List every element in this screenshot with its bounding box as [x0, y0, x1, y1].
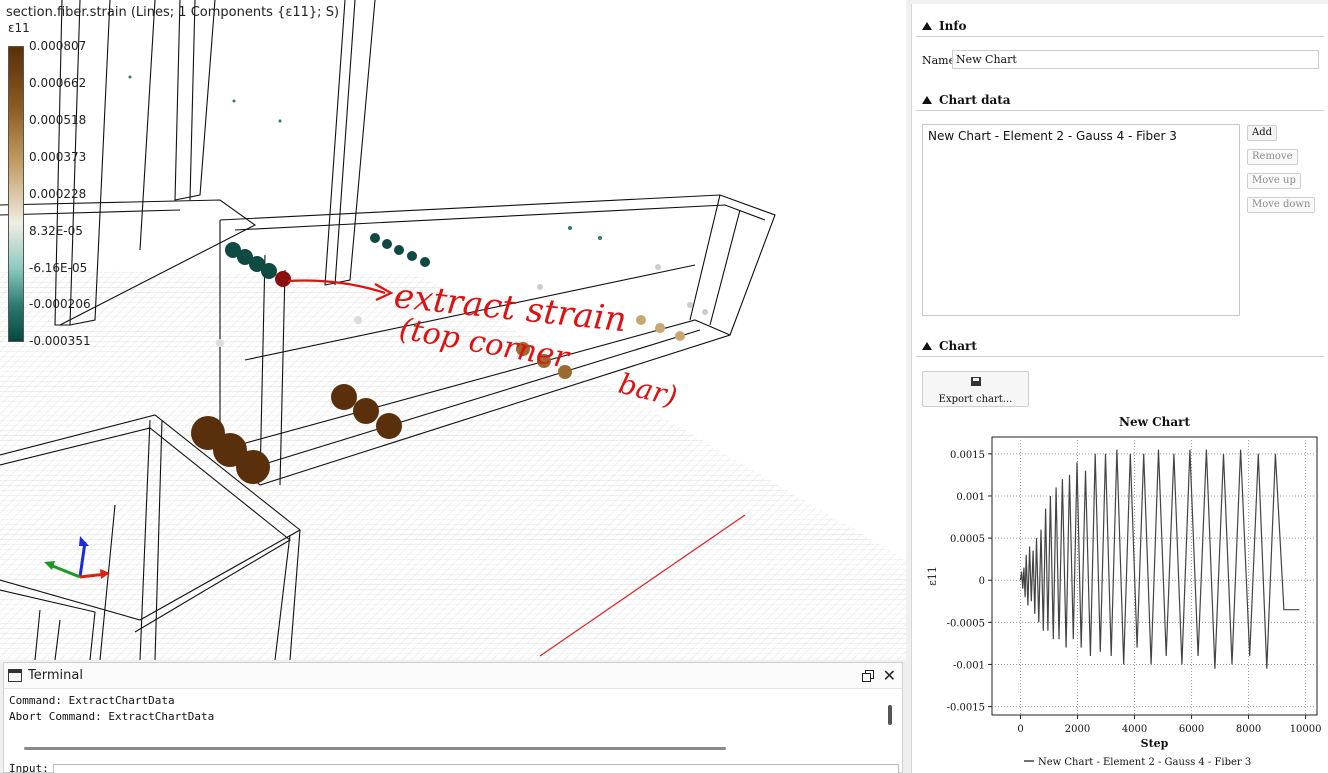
y-tick-label: -0.0015 — [947, 703, 985, 714]
legend-entry: New Chart - Element 2 - Gauss 4 - Fiber … — [1038, 757, 1251, 768]
legend-tick: 0.000373 — [29, 150, 87, 164]
legend-tick: 0.000228 — [29, 187, 87, 201]
legend-component-label: ε11 — [8, 21, 30, 35]
x-tick-label: 4000 — [1122, 724, 1147, 735]
chart-data-section-header[interactable]: Chart data — [916, 89, 1324, 111]
x-tick-label: 8000 — [1236, 724, 1261, 735]
y-tick-label: -0.0005 — [947, 618, 985, 629]
legend-tick: 0.000807 — [29, 39, 87, 53]
collapse-triangle-icon — [922, 21, 932, 30]
x-axis-label: Step — [1141, 737, 1169, 750]
restore-icon[interactable] — [861, 670, 874, 682]
y-axis-label: ε11 — [926, 566, 939, 586]
y-tick-label: 0.001 — [956, 492, 985, 503]
chart-title: New Chart — [1119, 415, 1190, 429]
x-tick-label: 6000 — [1179, 724, 1204, 735]
move-down-button[interactable]: Move down — [1247, 197, 1316, 213]
terminal-input[interactable] — [53, 764, 899, 773]
terminal-output: Command: ExtractChartData Abort Command:… — [9, 693, 879, 743]
legend-tick: -6.16E-05 — [29, 261, 88, 275]
terminal-title: Terminal — [28, 668, 83, 683]
xyz-axes-icon — [44, 536, 110, 579]
terminal-icon — [8, 669, 22, 682]
line-chart: New Chart 0.0015 0.001 0.0005 0 -0.0005 -0.001… — [926, 415, 1322, 768]
y-tick-label: 0.0005 — [950, 534, 985, 545]
chart-data-header-label: Chart data — [939, 92, 1011, 107]
export-chart-label: Export chart... — [938, 394, 1013, 405]
chart-panel: Info Name New Chart Chart data New Chart… — [911, 4, 1328, 773]
x-tick-label: 0 — [1017, 724, 1023, 735]
close-icon[interactable]: ✕ — [883, 668, 896, 684]
export-chart-button[interactable]: Export chart... — [922, 371, 1029, 407]
remove-button[interactable]: Remove — [1247, 149, 1298, 165]
terminal-header: Terminal ✕ — [4, 663, 902, 689]
chart-header-label: Chart — [939, 338, 977, 353]
legend-tick: -0.000206 — [29, 297, 91, 311]
collapse-triangle-icon — [922, 95, 932, 104]
save-disk-icon — [970, 377, 981, 386]
legend-tick: 0.000662 — [29, 76, 87, 90]
chart-section-header[interactable]: Chart — [916, 335, 1324, 357]
legend-tick: 8.32E-05 — [29, 224, 83, 238]
3d-viewport[interactable]: extract strain (top corner bar) section.… — [0, 0, 906, 660]
terminal-line: Abort Command: ExtractChartData — [9, 710, 215, 723]
list-item[interactable]: New Chart - Element 2 - Gauss 4 - Fiber … — [923, 125, 1239, 143]
y-tick-label: 0.0015 — [950, 450, 985, 461]
viewport-title: section.fiber.strain (Lines; 1 Component… — [6, 5, 340, 20]
add-button[interactable]: Add — [1247, 125, 1278, 141]
name-label: Name — [922, 54, 956, 67]
terminal-horizontal-scrollbar[interactable] — [24, 747, 726, 750]
info-section-header[interactable]: Info — [916, 15, 1324, 37]
terminal-input-row: Input: — [9, 762, 899, 773]
terminal-panel: Terminal ✕ Command: ExtractChartData Abo… — [3, 662, 903, 773]
info-header-label: Info — [939, 18, 967, 33]
x-tick-label: 2000 — [1065, 724, 1090, 735]
legend-tick: -0.000351 — [29, 334, 91, 348]
color-legend-bar — [8, 46, 24, 342]
legend-tick: 0.000518 — [29, 113, 87, 127]
move-up-button[interactable]: Move up — [1247, 173, 1301, 189]
y-tick-label: -0.001 — [953, 660, 985, 671]
chart-data-list[interactable]: New Chart - Element 2 - Gauss 4 - Fiber … — [922, 124, 1240, 316]
scene-canvas[interactable]: extract strain (top corner bar) — [0, 0, 906, 660]
collapse-triangle-icon — [922, 341, 932, 350]
y-tick-label: 0 — [979, 576, 985, 587]
terminal-input-label: Input: — [9, 762, 49, 773]
terminal-line: Command: ExtractChartData — [9, 694, 175, 707]
terminal-vertical-scrollbar[interactable] — [888, 705, 892, 725]
x-tick-label: 10000 — [1290, 724, 1322, 735]
name-input[interactable]: New Chart — [952, 50, 1319, 69]
